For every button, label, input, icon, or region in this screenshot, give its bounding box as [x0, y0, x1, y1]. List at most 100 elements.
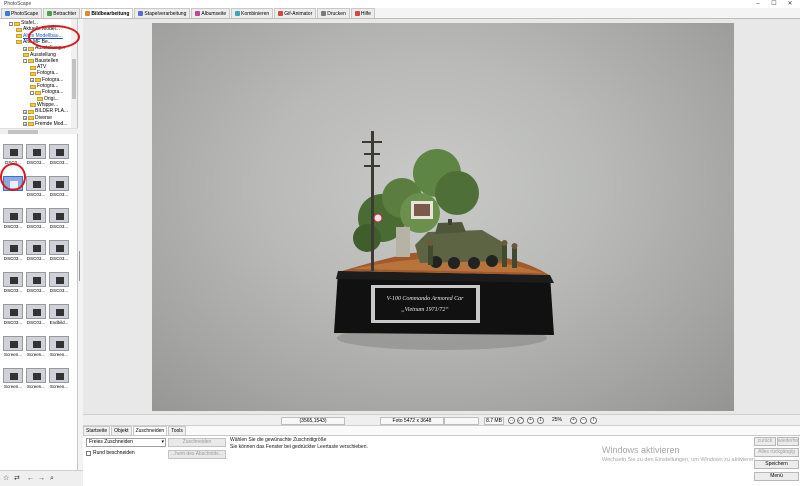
- menu-button[interactable]: Menü: [754, 472, 799, 481]
- thumbnail-image: [26, 144, 46, 159]
- tab-label: Gif-Animator: [284, 10, 313, 17]
- tab-icon: [47, 11, 53, 16]
- info-icon[interactable]: i: [590, 417, 597, 424]
- thumbnail-image: [3, 304, 23, 319]
- edit-tab-zuschneiden[interactable]: Zuschneiden: [132, 426, 168, 435]
- folder-tree-vertical-scrollbar[interactable]: [71, 19, 77, 128]
- scrollbar-thumb[interactable]: [72, 59, 76, 99]
- thumbnail-item[interactable]: DSC03...: [25, 304, 47, 328]
- crop-button[interactable]: Zuschneiden: [168, 438, 226, 447]
- thumbnail-subject: [56, 373, 64, 380]
- tab-betrachter[interactable]: Betrachter: [43, 8, 81, 18]
- edit-tab-objekt[interactable]: Objekt: [111, 426, 132, 435]
- thumbnail-item[interactable]: [2, 176, 24, 200]
- thumbnail-item[interactable]: DSC03...: [48, 272, 70, 296]
- thumbnail-item[interactable]: DSC03...: [2, 240, 24, 264]
- zoom-in-plus-icon[interactable]: +: [570, 417, 577, 424]
- tab-icon: [321, 11, 327, 16]
- splitter-grip[interactable]: [79, 251, 82, 281]
- search-icon[interactable]: ⌕: [50, 475, 54, 482]
- redo-button[interactable]: wiederho...: [777, 437, 800, 446]
- thumbnail-item[interactable]: Screen...: [25, 368, 47, 392]
- thumbnail-item[interactable]: DSC03...: [25, 176, 47, 200]
- edit-tab-startseite[interactable]: Startseite: [83, 426, 111, 435]
- windows-activation-watermark: Windows aktivieren Wechseln Sie zu den E…: [602, 445, 757, 463]
- thumbnail-subject: [56, 245, 64, 252]
- back-button[interactable]: zurück: [754, 437, 776, 446]
- previous-icon[interactable]: ←: [27, 475, 34, 482]
- checkbox-box[interactable]: [86, 451, 91, 456]
- crop-panel: Freies Zuschneiden ▾ Rund beschneiden Zu…: [83, 435, 800, 486]
- save-button[interactable]: Speichern: [754, 460, 799, 469]
- thumbnail-item[interactable]: Screen...: [2, 368, 24, 392]
- thumbnail-subject: [56, 213, 64, 220]
- thumbnail-image: [3, 176, 23, 191]
- thumbnail-item[interactable]: DSC03...: [48, 144, 70, 168]
- folder-icon: [16, 27, 22, 32]
- thumbnail-item[interactable]: DSC03...: [25, 144, 47, 168]
- minimize-button[interactable]: –: [752, 0, 764, 8]
- thumbnail-item[interactable]: DSC03...: [25, 240, 47, 264]
- thumbnail-caption: Screen...: [49, 352, 68, 357]
- thumbnail-item[interactable]: Screen...: [25, 336, 47, 360]
- tree-node[interactable]: + Fremde Mod...: [23, 121, 68, 128]
- edit-tab-tools[interactable]: Tools: [168, 426, 186, 435]
- zoom-out-icon[interactable]: −: [580, 417, 587, 424]
- tab-photoscape[interactable]: PhotoScape: [1, 8, 43, 18]
- folder-tree[interactable]: - Stafel... Aktuelle Model... Altes Modellb…: [0, 19, 78, 128]
- undo-all-button[interactable]: Alles rückgängig: [754, 448, 799, 457]
- thumbnail-item[interactable]: DSC0...: [2, 144, 24, 168]
- tree-expander-icon[interactable]: +: [23, 122, 27, 127]
- thumbnail-item[interactable]: DSC03...: [2, 208, 24, 232]
- thumbnail-item[interactable]: DSC03...: [25, 272, 47, 296]
- save-selection-button[interactable]: ...hem des Abschnitts...: [168, 450, 226, 459]
- thumbnail-subject: [10, 373, 18, 380]
- close-button[interactable]: ✕: [784, 0, 796, 8]
- thumbnail-item[interactable]: Screen...: [48, 336, 70, 360]
- status-blank: [444, 417, 479, 425]
- activation-subtitle: Wechseln Sie zu den Einstellungen, um Wi…: [602, 457, 757, 463]
- thumbnail-item[interactable]: Screen...: [48, 368, 70, 392]
- tree-expander-icon[interactable]: -: [9, 21, 13, 26]
- zoom-actual-icon[interactable]: 1: [537, 417, 544, 424]
- tab-drucken[interactable]: Drucken: [317, 8, 350, 18]
- thumbnail-item[interactable]: DSC03...: [25, 208, 47, 232]
- thumbnail-item[interactable]: Endbild...: [48, 304, 70, 328]
- crop-mode-select[interactable]: Freies Zuschneiden ▾: [86, 438, 166, 447]
- favorite-icon[interactable]: ☆: [3, 475, 9, 482]
- tree-expander-icon[interactable]: +: [23, 109, 27, 114]
- tree-expander-icon[interactable]: +: [23, 116, 27, 121]
- fit-screen-icon[interactable]: ⤢: [517, 417, 524, 424]
- thumbnail-item[interactable]: DSC03...: [2, 304, 24, 328]
- thumbnail-item[interactable]: DSC03...: [48, 208, 70, 232]
- next-icon[interactable]: →: [38, 475, 45, 482]
- tree-expander-icon[interactable]: -: [23, 59, 27, 64]
- thumbnail-item[interactable]: DSC03...: [48, 176, 70, 200]
- tree-expander-icon[interactable]: -: [30, 90, 34, 95]
- tab-label: Betrachter: [53, 10, 77, 17]
- window-title: PhotoScape: [4, 1, 32, 7]
- tab-bildbearbeitung[interactable]: Bildbearbeitung: [81, 8, 134, 18]
- image-viewer[interactable]: V-100 Commando Armored Car „Vietnam 1971…: [83, 19, 800, 414]
- thumbnail-item[interactable]: DSC03...: [2, 272, 24, 296]
- title-bar: PhotoScape – ☐ ✕: [0, 0, 800, 8]
- tab-albumseite[interactable]: Albumseite: [191, 8, 231, 18]
- thumbnail-image: [26, 240, 46, 255]
- thumbnail-caption: DSC03...: [26, 320, 46, 325]
- tab-kombinieren[interactable]: Kombinieren: [231, 8, 274, 18]
- tab-stapelverarbeitung[interactable]: Stapelverarbeitung: [134, 8, 191, 18]
- thumbnail-image: [49, 208, 69, 223]
- thumbnail-subject: [56, 181, 64, 188]
- thumbnail-item[interactable]: Screen...: [2, 336, 24, 360]
- maximize-button[interactable]: ☐: [768, 0, 780, 8]
- tab-hilfe[interactable]: Hilfe: [350, 8, 375, 18]
- swap-icon[interactable]: ⇄: [14, 475, 20, 482]
- tree-expander-icon[interactable]: +: [30, 78, 34, 83]
- fit-width-icon[interactable]: ↔: [508, 417, 515, 424]
- round-crop-checkbox[interactable]: Rund beschneiden: [86, 450, 135, 457]
- photo-canvas[interactable]: V-100 Commando Armored Car „Vietnam 1971…: [152, 23, 734, 411]
- tab-gif-animator[interactable]: Gif-Animator: [274, 8, 317, 18]
- zoom-in-icon[interactable]: +: [527, 417, 534, 424]
- thumbnail-item[interactable]: DSC03...: [48, 240, 70, 264]
- tree-expander-icon[interactable]: +: [23, 46, 27, 51]
